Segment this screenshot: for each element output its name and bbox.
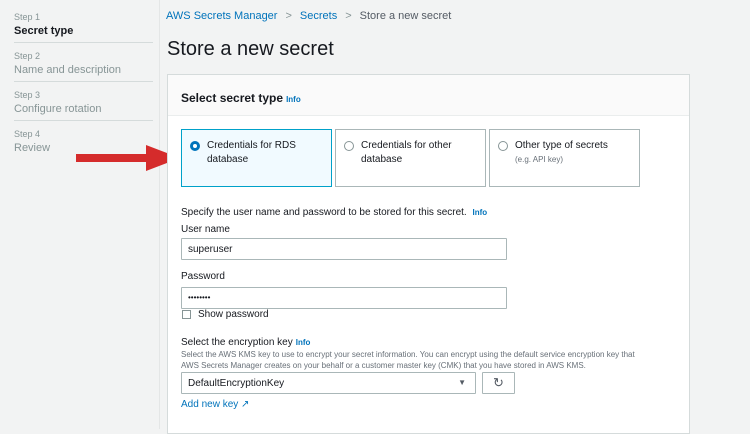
add-new-key-label: Add new key bbox=[181, 399, 239, 410]
step-1[interactable]: Step 1 Secret type bbox=[14, 12, 153, 43]
refresh-icon: ↻ bbox=[493, 375, 504, 390]
secret-type-panel: Select secret type Info Credentials for R… bbox=[167, 74, 690, 434]
radio-icon[interactable] bbox=[498, 141, 508, 151]
step-title: Secret type bbox=[14, 25, 74, 37]
option-other-secrets[interactable]: Other type of secrets (e.g. API key) bbox=[489, 129, 640, 187]
step-title: Configure rotation bbox=[14, 103, 102, 115]
step-number: Step 4 bbox=[14, 129, 41, 139]
encryption-description-line: Select the AWS KMS key to use to encrypt… bbox=[181, 350, 635, 359]
red-arrow-annotation bbox=[76, 145, 180, 171]
option-sublabel: (e.g. API key) bbox=[515, 155, 564, 164]
page-title: Store a new secret bbox=[167, 38, 334, 60]
step-title: Name and description bbox=[14, 64, 122, 76]
show-password-label: Show password bbox=[198, 309, 269, 320]
info-link[interactable]: Info bbox=[296, 338, 311, 347]
encryption-description: Select the AWS KMS key to use to encrypt… bbox=[181, 349, 691, 371]
breadcrumb-current: Store a new secret bbox=[359, 10, 452, 22]
breadcrumb-secrets-manager[interactable]: AWS Secrets Manager bbox=[166, 10, 277, 22]
show-password-checkbox[interactable] bbox=[182, 310, 191, 319]
refresh-button[interactable]: ↻ bbox=[482, 372, 515, 394]
password-label: Password bbox=[181, 271, 225, 282]
option-other-db-credentials[interactable]: Credentials for other database bbox=[335, 129, 486, 187]
encryption-key-value: DefaultEncryptionKey bbox=[188, 378, 285, 389]
step-number: Step 3 bbox=[14, 90, 41, 100]
option-label: Credentials for RDS database bbox=[207, 140, 296, 165]
radio-selected-icon[interactable] bbox=[190, 141, 200, 151]
radio-icon[interactable] bbox=[344, 141, 354, 151]
step-3[interactable]: Step 3 Configure rotation bbox=[14, 90, 153, 121]
encryption-key-label-text: Select the encryption key bbox=[181, 337, 293, 348]
option-rds-credentials[interactable]: Credentials for RDS database bbox=[181, 129, 332, 187]
specify-text: Specify the user name and password to be… bbox=[181, 207, 487, 218]
info-link[interactable]: Info bbox=[472, 208, 487, 217]
step-number: Step 2 bbox=[14, 51, 41, 61]
specify-text-label: Specify the user name and password to be… bbox=[181, 207, 467, 218]
breadcrumb: AWS Secrets Manager > Secrets > Store a new … bbox=[166, 10, 451, 22]
chevron-right-icon: > bbox=[345, 10, 352, 22]
panel-title-text: Select secret type bbox=[181, 91, 284, 105]
breadcrumb-secrets[interactable]: Secrets bbox=[300, 10, 337, 22]
step-2[interactable]: Step 2 Name and description bbox=[14, 51, 153, 82]
wizard-sidebar: Step 1 Secret type Step 2 Name and descrip… bbox=[0, 0, 160, 429]
panel-title: Select secret type Info bbox=[181, 91, 301, 105]
caret-down-icon: ▼ bbox=[458, 378, 466, 387]
add-new-key-link[interactable]: Add new key ↗ bbox=[181, 399, 249, 410]
encryption-description-line: AWS Secrets Manager creates on your beha… bbox=[181, 361, 586, 370]
info-link[interactable]: Info bbox=[286, 95, 301, 104]
username-input[interactable]: superuser bbox=[181, 238, 507, 260]
encryption-key-select[interactable]: DefaultEncryptionKey ▼ bbox=[181, 372, 476, 394]
option-label: Credentials for other database bbox=[361, 140, 452, 165]
external-link-icon: ↗ bbox=[241, 399, 250, 410]
step-number: Step 1 bbox=[14, 12, 41, 22]
option-label: Other type of secrets bbox=[515, 140, 608, 151]
encryption-key-label: Select the encryption key Info bbox=[181, 337, 310, 348]
password-input[interactable]: •••••••• bbox=[181, 287, 507, 309]
chevron-right-icon: > bbox=[285, 10, 292, 22]
username-label: User name bbox=[181, 224, 230, 235]
